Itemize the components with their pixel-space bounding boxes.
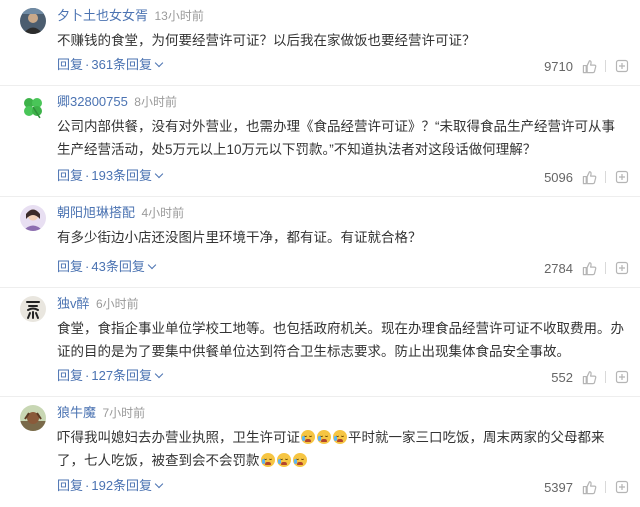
chevron-down-icon xyxy=(154,369,164,379)
chevron-down-icon xyxy=(154,169,164,179)
replies-toggle[interactable]: 361条回复 xyxy=(91,57,164,72)
divider xyxy=(605,262,606,274)
username[interactable]: 独v醉 xyxy=(57,296,90,311)
reply-button[interactable]: 回复 xyxy=(57,259,83,274)
avatar-photo-icon xyxy=(20,8,46,34)
replies-count: 193条回复 xyxy=(91,168,153,183)
comment-meta-right: 5096 xyxy=(544,167,630,187)
replies-count: 127条回复 xyxy=(91,368,153,383)
user-avatar[interactable] xyxy=(20,8,46,34)
replies-toggle[interactable]: 192条回复 xyxy=(91,478,164,493)
username[interactable]: 夕卜土也女女胥 xyxy=(57,8,148,23)
crying-laughing-emoji-icon xyxy=(260,453,275,467)
user-avatar[interactable] xyxy=(20,94,46,120)
crying-laughing-emoji-icon xyxy=(276,453,291,467)
chevron-down-icon xyxy=(147,260,157,270)
calligraphy-avatar-icon xyxy=(20,296,46,322)
crying-laughing-emoji-icon xyxy=(317,430,331,444)
separator-dot: · xyxy=(85,259,90,274)
more-icon[interactable] xyxy=(614,169,630,185)
more-icon[interactable] xyxy=(614,260,630,276)
avatar-photo-icon xyxy=(20,205,46,231)
separator-dot: · xyxy=(85,368,90,383)
comment-meta-right: 9710 xyxy=(544,56,630,76)
like-count: 5096 xyxy=(544,169,573,185)
reply-button[interactable]: 回复 xyxy=(57,168,83,183)
comment-header: 朝阳旭琳搭配 4小时前 xyxy=(57,203,184,223)
comment-header: 狼牛魔 7小时前 xyxy=(57,403,145,423)
user-avatar[interactable] xyxy=(20,205,46,231)
like-count: 9710 xyxy=(544,58,573,74)
comment-actions: 回复 · 193条回复 xyxy=(57,167,164,185)
chevron-down-icon xyxy=(154,479,164,489)
like-count: 552 xyxy=(551,369,573,385)
comment-text: 公司内部供餐，没有对外营业，也需办理《食品经营许可证》？“未取得食品生产经营许可… xyxy=(57,119,615,157)
replies-count: 43条回复 xyxy=(91,259,145,274)
more-icon[interactable] xyxy=(614,369,630,385)
thumbs-up-icon[interactable] xyxy=(581,169,597,185)
comment-item: 独v醉 6小时前 食堂，食指企事业单位学校工地等。也包括政府机关。现在办理食品经… xyxy=(0,288,640,397)
comment-actions: 回复 · 43条回复 xyxy=(57,258,157,276)
crying-laughing-emoji-icon xyxy=(333,430,347,444)
timestamp: 4小时前 xyxy=(141,206,185,220)
comment-actions: 回复 · 192条回复 xyxy=(57,477,164,495)
replies-toggle[interactable]: 193条回复 xyxy=(91,168,164,183)
more-icon[interactable] xyxy=(614,58,630,74)
more-icon[interactable] xyxy=(614,479,630,495)
like-count: 5397 xyxy=(544,479,573,495)
divider xyxy=(605,171,606,183)
like-count: 2784 xyxy=(544,260,573,276)
separator-dot: · xyxy=(85,478,90,493)
comment-text: 有多少街边小店还没图片里环境干净，都有证。有证就合格？ xyxy=(57,230,422,245)
crying-laughing-emoji-icon xyxy=(301,430,315,444)
chevron-down-icon xyxy=(154,58,164,68)
comment-item: 狼牛魔 7小时前 吓得我叫媳妇去办营业执照，卫生许可证 平时就一家三口吃饭，周末两… xyxy=(0,397,640,507)
comment-item: 卿32800755 8小时前 公司内部供餐，没有对外营业，也需办理《食品经营许可… xyxy=(0,86,640,197)
crying-laughing-emoji-icon xyxy=(292,453,307,467)
comment-meta-right: 5397 xyxy=(544,477,630,497)
timestamp: 6小时前 xyxy=(95,297,139,311)
thumbs-up-icon[interactable] xyxy=(581,479,597,495)
comment-actions: 回复 · 361条回复 xyxy=(57,56,164,74)
separator-dot: · xyxy=(85,57,90,72)
comment-item: 夕卜土也女女胥 13小时前 不赚钱的食堂，为何要经营许可证？以后我在家做饭也要经… xyxy=(0,0,640,86)
reply-button[interactable]: 回复 xyxy=(57,368,83,383)
timestamp: 13小时前 xyxy=(154,9,204,23)
timestamp: 8小时前 xyxy=(134,95,177,109)
replies-toggle[interactable]: 127条回复 xyxy=(91,368,164,383)
comment-text: 吓得我叫媳妇去办营业执照，卫生许可证 平时就一家三口吃饭，周末两家的父母都来了，七… xyxy=(57,426,627,472)
reply-button[interactable]: 回复 xyxy=(57,478,83,493)
comment-header: 夕卜土也女女胥 13小时前 xyxy=(57,6,204,26)
comment-text: 食堂，食指企事业单位学校工地等。也包括政府机关。现在办理食品经营许可证不收取费用… xyxy=(57,321,624,359)
replies-count: 361条回复 xyxy=(91,57,153,72)
comment-header: 独v醉 6小时前 xyxy=(57,294,139,314)
separator-dot: · xyxy=(85,168,90,183)
comment-header: 卿32800755 8小时前 xyxy=(57,92,177,112)
comment-text: 不赚钱的食堂，为何要经营许可证？以后我在家做饭也要经营许可证？ xyxy=(57,33,476,48)
thumbs-up-icon[interactable] xyxy=(581,58,597,74)
username[interactable]: 朝阳旭琳搭配 xyxy=(57,205,135,220)
comment-text-part: 吓得我叫媳妇去办营业执照，卫生许可证 xyxy=(57,430,300,445)
divider xyxy=(605,371,606,383)
avatar-photo-icon xyxy=(20,405,46,431)
timestamp: 7小时前 xyxy=(102,406,146,420)
comment-meta-right: 552 xyxy=(551,367,630,387)
comment-list: 夕卜土也女女胥 13小时前 不赚钱的食堂，为何要经营许可证？以后我在家做饭也要经… xyxy=(0,0,640,507)
comment-actions: 回复 · 127条回复 xyxy=(57,367,164,385)
reply-button[interactable]: 回复 xyxy=(57,57,83,72)
replies-count: 192条回复 xyxy=(91,478,153,493)
clover-icon xyxy=(20,94,46,120)
replies-toggle[interactable]: 43条回复 xyxy=(91,259,157,274)
user-avatar[interactable] xyxy=(20,296,46,322)
comment-item: 朝阳旭琳搭配 4小时前 有多少街边小店还没图片里环境干净，都有证。有证就合格？ … xyxy=(0,197,640,288)
thumbs-up-icon[interactable] xyxy=(581,260,597,276)
divider xyxy=(605,481,606,493)
user-avatar[interactable] xyxy=(20,405,46,431)
comment-meta-right: 2784 xyxy=(544,258,630,278)
username[interactable]: 卿32800755 xyxy=(57,94,128,109)
username[interactable]: 狼牛魔 xyxy=(57,405,96,420)
divider xyxy=(605,60,606,72)
thumbs-up-icon[interactable] xyxy=(581,369,597,385)
